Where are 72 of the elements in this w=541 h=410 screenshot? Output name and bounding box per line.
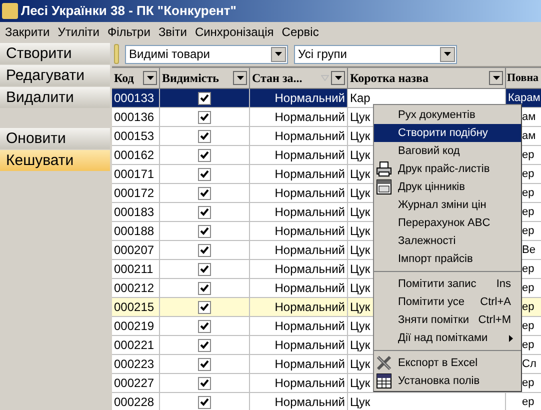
checkbox[interactable] (198, 186, 211, 200)
menu-item[interactable]: Синхронізація (190, 23, 278, 41)
menu-item[interactable]: Закрити (1, 23, 54, 41)
dropdown-value: Видимі товари (128, 46, 211, 63)
checkbox[interactable] (198, 376, 211, 390)
caret-icon (444, 52, 451, 56)
app-icon (2, 3, 18, 19)
sidebar-button[interactable]: Редагувати (0, 65, 110, 86)
check-icon (200, 151, 209, 159)
check-icon (200, 208, 209, 216)
caret-icon (492, 76, 500, 80)
caret-icon (236, 76, 244, 80)
column-filter-button[interactable] (233, 71, 247, 85)
checkbox[interactable] (198, 168, 211, 180)
menu-item[interactable]: Звіти (154, 23, 191, 41)
checkbox[interactable] (198, 282, 211, 294)
checkbox[interactable] (198, 320, 211, 332)
checkbox[interactable] (198, 338, 211, 352)
check-icon (200, 170, 209, 178)
checkbox[interactable] (198, 244, 211, 256)
table-cell: ер (506, 393, 541, 410)
grid-icon (376, 373, 392, 389)
check-icon (200, 398, 209, 406)
sidebar-button[interactable]: Оновити (0, 128, 110, 149)
toolbar-grip[interactable] (114, 44, 119, 64)
check-icon (200, 284, 209, 292)
column-filter-button[interactable] (143, 71, 157, 85)
caret-icon (146, 76, 154, 80)
checkbox[interactable] (198, 92, 211, 104)
caret-icon (275, 52, 282, 56)
window-title: Лесі Українки 38 - ПК "Конкурент" (21, 2, 236, 20)
check-icon (200, 322, 209, 330)
checkbox[interactable] (198, 300, 211, 314)
dropdown-value: Усі групи (297, 46, 348, 63)
filter-dropdown[interactable]: Усі групи (294, 44, 457, 64)
checkbox[interactable] (198, 110, 211, 124)
check-icon (200, 227, 209, 235)
check-icon (200, 113, 209, 121)
menu-item[interactable]: Утиліти (54, 23, 104, 41)
dropdown-button[interactable] (440, 46, 455, 62)
sidebar-button[interactable]: Видалити (0, 87, 110, 108)
checkbox[interactable] (198, 396, 211, 408)
checkbox[interactable] (198, 130, 211, 142)
sidebar-button[interactable]: Кешувати (0, 150, 110, 171)
table-cell: 000228 (112, 393, 160, 410)
check-icon (200, 265, 209, 273)
check-icon (200, 360, 209, 368)
column-filter-button[interactable] (489, 71, 503, 85)
printer-icon (376, 161, 392, 177)
checkbox[interactable] (198, 224, 211, 238)
check-icon (200, 132, 209, 140)
sidebar-button[interactable]: Створити (0, 43, 110, 64)
check-icon (200, 246, 209, 254)
checkbox[interactable] (198, 206, 211, 218)
menu-item[interactable]: Сервіс (278, 23, 323, 41)
menu-item[interactable]: Фільтри (103, 23, 154, 41)
dropdown-button[interactable] (271, 46, 286, 62)
checkbox[interactable] (198, 358, 211, 370)
check-icon (200, 303, 209, 311)
context-menu-item[interactable]: Створити подібну (374, 124, 521, 142)
table-row[interactable]: 000133 Нормальний Кар Карам (112, 89, 541, 108)
table-cell: Цук (348, 393, 506, 410)
check-icon (200, 341, 209, 349)
check-icon (200, 189, 209, 197)
check-icon (200, 379, 209, 387)
checkbox[interactable] (198, 148, 211, 162)
check-icon (200, 94, 209, 102)
table-cell: Нормальний (250, 393, 348, 410)
column-filter-button[interactable] (331, 71, 345, 85)
filter-dropdown[interactable]: Видимі товари (125, 44, 288, 64)
caret-icon (334, 76, 342, 80)
checkbox[interactable] (198, 262, 211, 276)
